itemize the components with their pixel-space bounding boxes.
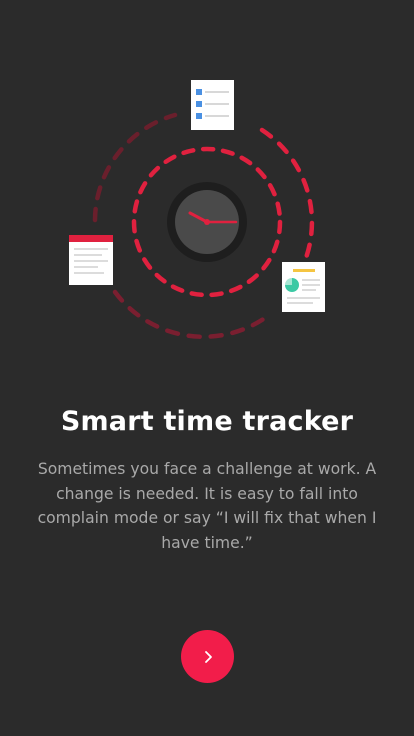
onboarding-title: Smart time tracker bbox=[60, 406, 354, 437]
outer-orbit-faded-bottom bbox=[112, 289, 268, 339]
time-tracker-illustration bbox=[69, 80, 325, 339]
onboarding-description: Sometimes you face a challenge at work. … bbox=[37, 460, 377, 552]
next-button[interactable] bbox=[181, 630, 234, 683]
onboarding-screen: Smart time tracker Sometimes you face a … bbox=[0, 0, 414, 736]
chevron-right-icon bbox=[204, 650, 212, 663]
list-document-icon bbox=[191, 80, 234, 130]
outer-orbit-bright bbox=[259, 127, 315, 275]
clock-icon bbox=[167, 182, 247, 262]
note-document-icon bbox=[69, 235, 113, 285]
report-document-icon bbox=[282, 262, 325, 312]
